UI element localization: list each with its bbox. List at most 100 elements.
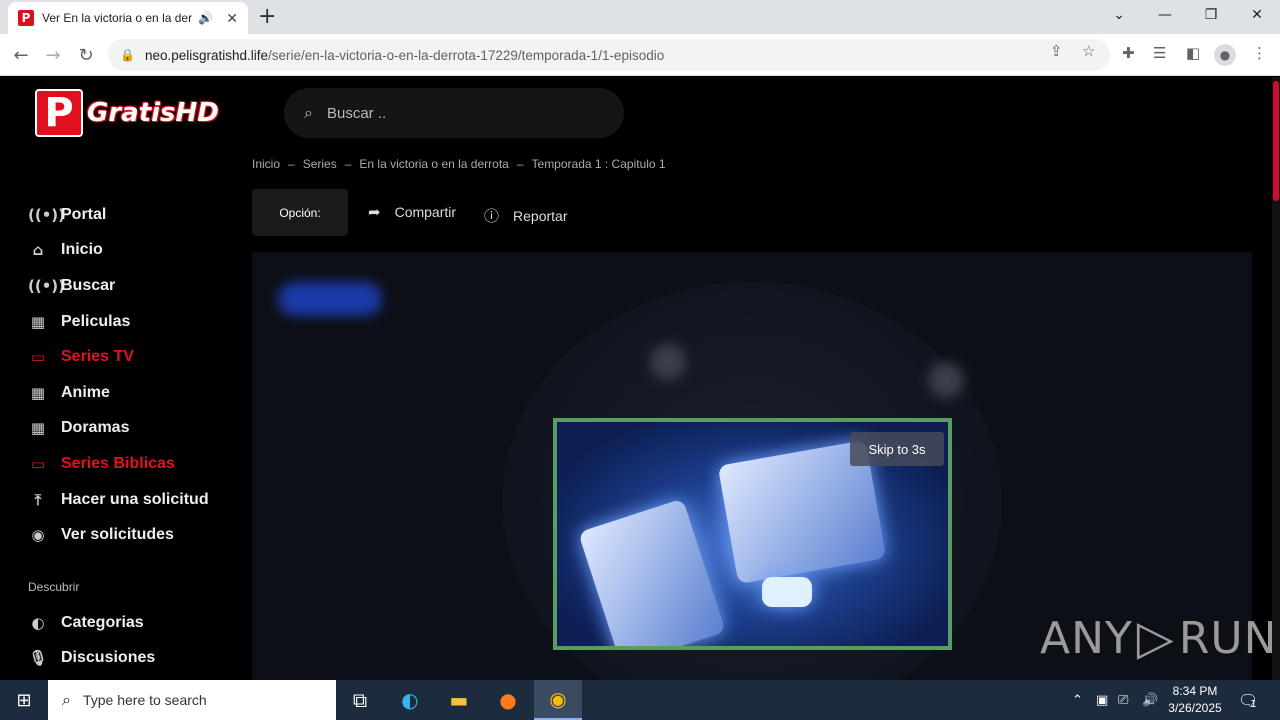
sidebar-item-peliculas[interactable]: ▦ Peliculas [28,304,248,340]
film-icon: ▦ [30,419,46,438]
site-search-input[interactable]: ⌕ Buscar .. [284,88,624,138]
report-button[interactable]: ⓘ Reportar [484,205,567,226]
close-tab-icon[interactable]: ✕ [226,10,238,27]
sidebar-item-series-tv[interactable]: ▭ Series TV [28,339,248,375]
sidebar-item-portal[interactable]: ((•)) Portal [28,197,248,233]
ad-chip-graphic [762,577,812,607]
file-explorer-icon[interactable]: ▬ [435,680,483,720]
search-placeholder: Buscar .. [326,104,387,122]
broadcast-icon: ((•)) [28,276,66,295]
tab-strip: P Ver En la victoria o en la derr 🔊 ✕ + … [0,0,1280,34]
sidebar-item-label: Series Biblicas [61,454,175,472]
close-window-icon[interactable]: ✕ [1234,0,1280,30]
share-label: Compartir [394,204,457,220]
breadcrumb-series[interactable]: Series [303,157,337,171]
sidebar-item-label: Portal [61,205,107,223]
eye-icon: ◉ [31,526,45,545]
tray-device-icon[interactable]: ▣ [1096,680,1108,720]
sidebar-item-anime[interactable]: ▦ Anime [28,375,248,411]
sidebar-item-hacer-una-solicitud[interactable]: ⤒ Hacer una solicitud [28,482,248,518]
volume-icon[interactable]: 🔊 [1142,680,1158,720]
share-icon[interactable]: ⇪ [1050,42,1063,60]
web-page: P GratisHD ⌕ Buscar .. Inicio – Series –… [0,77,1272,680]
sidebar-item-label: Doramas [61,419,130,437]
minimize-icon[interactable]: — [1142,0,1188,30]
sidebar-menu: ((•)) Portal ⌂ Inicio ((•)) Buscar ▦ Peliculas ▭… [28,197,248,553]
logo-badge: P [35,89,83,137]
breadcrumb-episode: Temporada 1 : Capitulo 1 [531,157,666,171]
side-panel-icon[interactable]: ◧ [1186,44,1200,62]
taskbar-search-input[interactable]: ⌕ Type here to search [48,680,336,720]
microphone-icon: 🎙 [28,649,48,668]
menu-dots-icon[interactable]: ⋮ [1252,44,1267,62]
sidebar-item-doramas[interactable]: ▦ Doramas [28,411,248,447]
home-icon: ⌂ [32,241,44,260]
lock-icon[interactable]: 🔒 [120,48,135,62]
watermark-right: RUN [1178,612,1278,664]
sidebar-item-series-biblicas[interactable]: ▭ Series Biblicas [28,446,248,482]
scrollbar-thumb[interactable] [1273,81,1279,201]
new-tab-icon[interactable]: + [258,4,276,29]
play-logo-icon: ▷ [1136,610,1175,666]
sidebar-item-buscar[interactable]: ((•)) Buscar [28,268,248,304]
extensions-icon[interactable]: ✚ [1122,44,1135,62]
discover-heading: Descubrir [28,580,80,594]
blurred-dot [650,344,686,380]
blurred-dot [928,362,964,398]
share-button[interactable]: ➦ Compartir [368,203,456,221]
back-icon[interactable]: ← [8,42,34,68]
speaker-icon[interactable]: 🔊 [198,11,213,25]
discover-item-discusiones[interactable]: 🎙 Discusiones [28,641,248,677]
tray-overflow-icon[interactable]: ⌃ [1072,680,1083,720]
breadcrumb-inicio[interactable]: Inicio [252,157,280,171]
discover-item-categorias[interactable]: ◐ Categorias [28,605,248,641]
site-favicon: P [18,10,34,26]
forward-icon[interactable]: → [40,42,66,68]
browser-toolbar: ← → ↻ 🔒 neo.pelisgratishd.life/serie/en-… [0,34,1280,76]
ad-card-graphic [578,498,726,646]
browser-tab[interactable]: P Ver En la victoria o en la derr 🔊 ✕ [8,2,248,34]
sidebar-item-inicio[interactable]: ⌂ Inicio [28,233,248,269]
film-icon: ▦ [30,312,46,331]
media-control-icon[interactable]: ☰ [1153,44,1166,62]
breadcrumb-show[interactable]: En la victoria o en la derrota [359,157,508,171]
site-logo[interactable]: P GratisHD [35,89,219,137]
tv-icon: ▭ [30,348,46,367]
search-icon: ⌕ [304,103,313,122]
breadcrumb: Inicio – Series – En la victoria o en la… [252,157,666,171]
half-circle-icon: ◐ [31,613,45,632]
reload-icon[interactable]: ↻ [73,42,99,68]
video-ad[interactable]: Skip to 3s [553,418,952,650]
notification-count: 1 [1250,698,1257,710]
restore-icon[interactable]: ❐ [1188,0,1234,30]
page-scrollbar[interactable] [1272,77,1280,680]
bookmark-star-icon[interactable]: ☆ [1082,42,1095,60]
anyrun-watermark: ANY ▷ RUN [1040,610,1278,666]
task-view-icon[interactable]: ⧉ [336,680,384,720]
notification-icon[interactable]: 🗨 1 [1238,680,1258,720]
skip-ad-button[interactable]: Skip to 3s [850,432,944,466]
sidebar-item-label: Buscar [61,276,116,294]
sidebar-item-label: Ver solicitudes [61,526,174,544]
profile-avatar-icon[interactable]: ● [1214,44,1236,66]
tab-search-icon[interactable]: ⌄ [1096,0,1142,30]
network-icon[interactable]: ⎚ [1118,680,1128,720]
discover-item-label: Categorias [61,613,144,631]
upload-icon: ⤒ [34,490,42,509]
sidebar-item-label: Inicio [61,241,103,259]
system-clock[interactable]: 8:34 PM 3/26/2025 [1160,683,1230,717]
chrome-icon[interactable]: ◉ [534,680,582,720]
sidebar-item-label: Anime [61,383,110,401]
sidebar-item-ver-solicitudes[interactable]: ◉ Ver solicitudes [28,517,248,553]
edge-icon[interactable]: ◐ [386,680,434,720]
windows-start-icon[interactable]: ⊞ [0,680,48,720]
logo-text: GratisHD [87,98,219,128]
discover-menu: ◐ Categorias 🎙 Discusiones [28,605,248,676]
share-arrow-icon: ➦ [368,203,381,221]
firefox-icon[interactable]: ● [484,680,532,720]
tv-icon: ▭ [30,454,46,473]
breadcrumb-separator: – [344,157,352,171]
option-selector[interactable]: Opción: [252,189,348,236]
address-bar[interactable]: 🔒 neo.pelisgratishd.life/serie/en-la-vic… [108,39,1110,71]
film-icon: ▦ [30,383,46,402]
